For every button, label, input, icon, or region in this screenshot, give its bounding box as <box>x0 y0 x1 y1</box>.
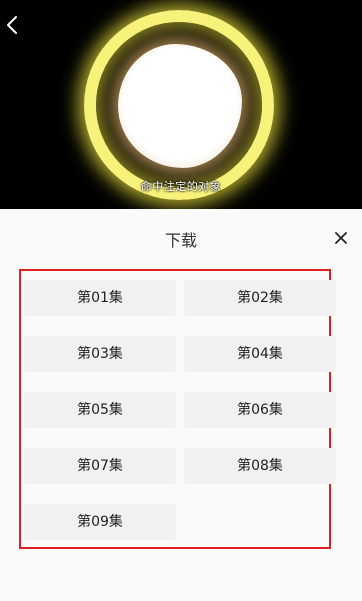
episode-button-04[interactable]: 第04集 <box>184 336 336 372</box>
episode-button-01[interactable]: 第01集 <box>24 280 176 316</box>
download-sheet: 下载 第01集 第02集 第03集 第04集 第05集 第06集 第07集 第0… <box>0 209 362 601</box>
episode-button-03[interactable]: 第03集 <box>24 336 176 372</box>
sheet-title: 下载 <box>164 231 197 250</box>
close-icon[interactable] <box>332 229 350 247</box>
episode-button-08[interactable]: 第08集 <box>184 448 336 484</box>
episode-button-02[interactable]: 第02集 <box>184 280 336 316</box>
video-player[interactable]: 命中注定的对象 <box>0 0 362 209</box>
episode-button-07[interactable]: 第07集 <box>24 448 176 484</box>
back-icon[interactable] <box>4 13 22 37</box>
episode-button-09[interactable]: 第09集 <box>24 504 176 540</box>
video-frame-core <box>118 44 242 168</box>
episode-button-05[interactable]: 第05集 <box>24 392 176 428</box>
video-subtitle: 命中注定的对象 <box>140 180 222 193</box>
episode-button-06[interactable]: 第06集 <box>184 392 336 428</box>
